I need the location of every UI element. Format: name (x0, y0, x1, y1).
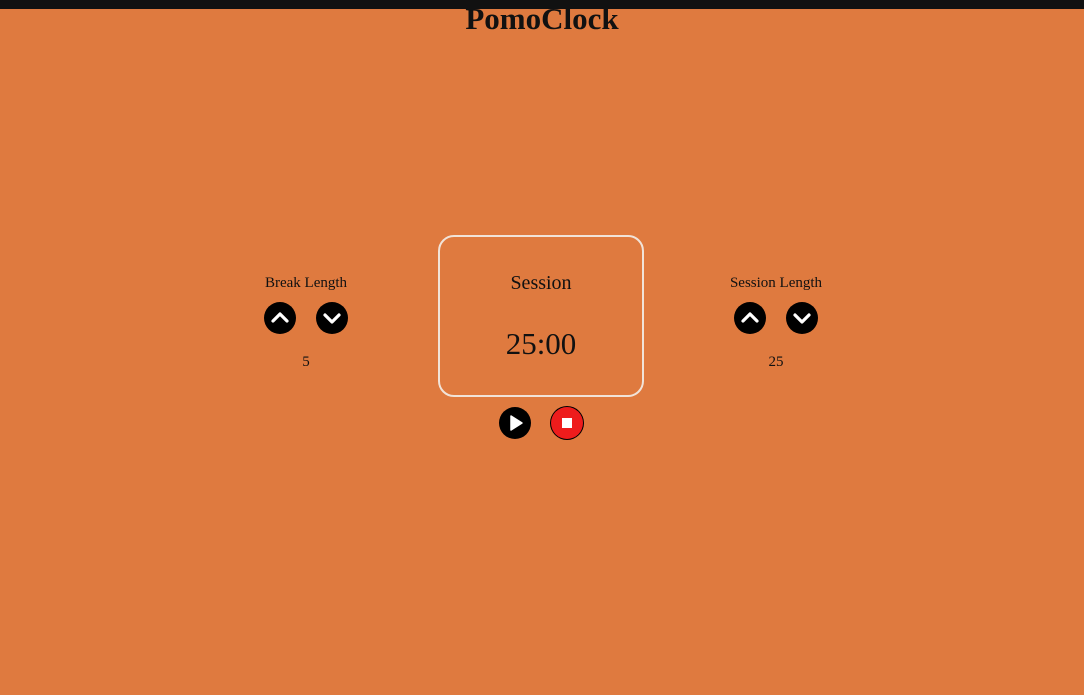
play-button[interactable] (499, 407, 531, 439)
chevron-up-icon (271, 312, 289, 323)
play-icon (510, 415, 523, 431)
break-length-value: 5 (302, 354, 310, 370)
chevron-up-icon (741, 312, 759, 323)
stop-button[interactable] (551, 407, 583, 439)
break-decrement-button[interactable] (316, 302, 348, 334)
session-length-arrows (706, 302, 846, 336)
app-title: PomoClock (465, 1, 619, 36)
chevron-down-icon (793, 313, 811, 324)
timer-time: 25:00 (505, 326, 577, 361)
session-increment-button[interactable] (734, 302, 766, 334)
break-length-arrows (236, 302, 376, 336)
break-length-label: Break Length (264, 275, 348, 291)
session-length-value: 25 (768, 354, 784, 370)
break-length-panel: Break Length 5 (236, 272, 376, 372)
timer-display: Session 25:00 (438, 235, 644, 397)
chevron-down-icon (323, 313, 341, 324)
timer-label: Session (510, 272, 572, 294)
session-length-panel: Session Length 25 (706, 272, 846, 372)
break-increment-button[interactable] (264, 302, 296, 334)
session-length-label: Session Length (729, 275, 823, 291)
session-decrement-button[interactable] (786, 302, 818, 334)
stop-icon (562, 418, 572, 428)
